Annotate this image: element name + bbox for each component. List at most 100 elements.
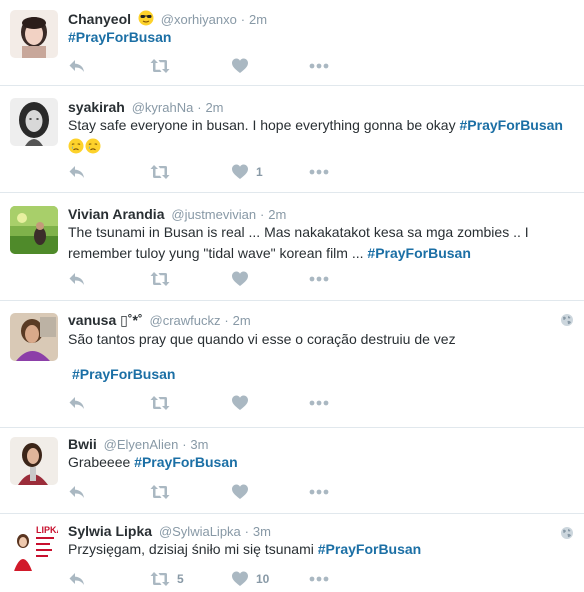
like-button[interactable] [231,270,256,288]
like-button[interactable]: 1 [231,163,263,181]
retweet-icon [150,272,170,286]
tweet-body: Przysięgam, dzisiaj śniło mi się tsunami [68,541,318,557]
timestamp[interactable]: 2m [233,313,251,328]
reply-button[interactable] [68,483,86,501]
tweet-header: vanusa ▯˚*˚ @crawfuckz · 2m [68,310,251,330]
reply-button[interactable] [68,570,86,588]
retweet-button[interactable]: 5 [150,570,184,588]
tweet-header: Bwii @ElyenAlien · 3m [68,434,208,454]
heart-icon [232,395,248,410]
tweet-text: Stay safe everyone in busan. I hope ever… [68,115,578,160]
reply-button[interactable] [68,270,86,288]
more-dots-icon [309,276,329,282]
retweet-button[interactable] [150,57,177,75]
timestamp[interactable]: 3m [253,524,271,539]
heart-icon [232,271,248,286]
separator: · [182,437,187,452]
timestamp[interactable]: 2m [205,100,223,115]
avatar[interactable]: LIPKA [10,523,58,571]
more-button[interactable] [308,163,330,181]
hashtag-link[interactable]: #PrayForBusan [460,117,563,133]
crying-face-emoji-icon [85,138,101,160]
tweet-text: Przysięgam, dzisiaj śniło mi się tsunami… [68,539,578,560]
tweet-actions [68,394,368,412]
retweet-count: 5 [177,572,184,586]
tweet-text: #PrayForBusan [68,27,578,48]
user-name[interactable]: Chanyeol [68,11,131,27]
crying-face-emoji-icon [68,138,84,160]
tweet-text: The tsunami in Busan is real ... Mas nak… [68,222,568,264]
more-button[interactable] [308,270,330,288]
tweet[interactable]: vanusa ▯˚*˚ @crawfuckz · 2m São tantos p… [0,301,584,428]
retweet-button[interactable] [150,394,177,412]
retweet-button[interactable] [150,483,177,501]
heart-icon [232,164,248,179]
user-name[interactable]: syakirah [68,99,125,115]
like-button[interactable] [231,394,256,412]
hashtag-link[interactable]: #PrayForBusan [68,29,171,45]
reply-button[interactable] [68,57,86,75]
user-name[interactable]: Vivian Arandia [68,206,164,222]
tweet-body: Stay safe everyone in busan. I hope ever… [68,117,460,133]
separator: · [197,100,202,115]
like-button[interactable] [231,483,256,501]
tweet-header: syakirah @kyrahNa · 2m [68,97,224,117]
tweet-actions [68,57,368,75]
tweet[interactable]: Vivian Arandia @justmevivian · 2m The ts… [0,193,584,301]
avatar[interactable] [10,437,58,485]
user-handle[interactable]: @justmevivian [171,207,256,222]
tweet-text: Grabeeee #PrayForBusan [68,452,578,473]
tweet-actions: 5 10 [68,570,368,588]
tweet[interactable]: LIPKA Sylwia Lipka @SylwiaLipka · 3m Prz… [0,514,584,592]
user-handle[interactable]: @xorhiyanxo [161,12,237,27]
tweet-text: São tantos pray que quando vi esse o cor… [68,329,578,350]
more-button[interactable] [308,570,330,588]
separator: · [224,313,229,328]
user-name[interactable]: Sylwia Lipka [68,523,152,539]
like-button[interactable] [231,57,256,75]
hashtag-link[interactable]: #PrayForBusan [367,245,470,261]
more-button[interactable] [308,57,330,75]
hashtag-link[interactable]: #PrayForBusan [72,366,175,382]
retweet-icon [150,59,170,73]
tweet[interactable]: syakirah @kyrahNa · 2m Stay safe everyon… [0,86,584,193]
avatar[interactable] [10,10,58,58]
timestamp[interactable]: 2m [268,207,286,222]
more-button[interactable] [308,394,330,412]
tweet-header: Sylwia Lipka @SylwiaLipka · 3m [68,521,271,541]
reply-icon [69,273,84,285]
separator: · [244,524,250,539]
avatar[interactable] [10,313,58,361]
more-dots-icon [309,400,329,406]
user-handle[interactable]: @kyrahNa [132,100,194,115]
like-count: 1 [256,165,263,179]
reply-icon [69,166,84,178]
separator: · [260,207,265,222]
hashtag-link[interactable]: #PrayForBusan [134,454,237,470]
retweet-icon [150,165,170,179]
tweet[interactable]: Chanyeol @xorhiyanxo · 2m #PrayForBusan [0,0,584,86]
more-button[interactable] [308,483,330,501]
heart-icon [232,571,248,586]
user-handle[interactable]: @ElyenAlien [104,437,179,452]
globe-icon [560,526,574,540]
hashtag-link[interactable]: #PrayForBusan [318,541,421,557]
avatar[interactable] [10,206,58,254]
retweet-button[interactable] [150,163,177,181]
user-handle[interactable]: @crawfuckz [150,313,221,328]
timestamp[interactable]: 3m [190,437,208,452]
like-button[interactable]: 10 [231,570,269,588]
timestamp[interactable]: 2m [249,12,267,27]
tweet[interactable]: Bwii @ElyenAlien · 3m Grabeeee #PrayForB… [0,428,584,514]
retweet-button[interactable] [150,270,177,288]
tweet-actions: 1 [68,163,368,181]
separator: · [240,12,246,27]
tweet-feed: Chanyeol @xorhiyanxo · 2m #PrayForBusan … [0,0,584,592]
user-handle[interactable]: @SylwiaLipka [159,524,241,539]
reply-button[interactable] [68,394,86,412]
user-name[interactable]: vanusa ▯˚*˚ [68,312,143,328]
reply-button[interactable] [68,163,86,181]
user-name[interactable]: Bwii [68,436,97,452]
avatar[interactable] [10,98,58,146]
heart-icon [232,484,248,499]
